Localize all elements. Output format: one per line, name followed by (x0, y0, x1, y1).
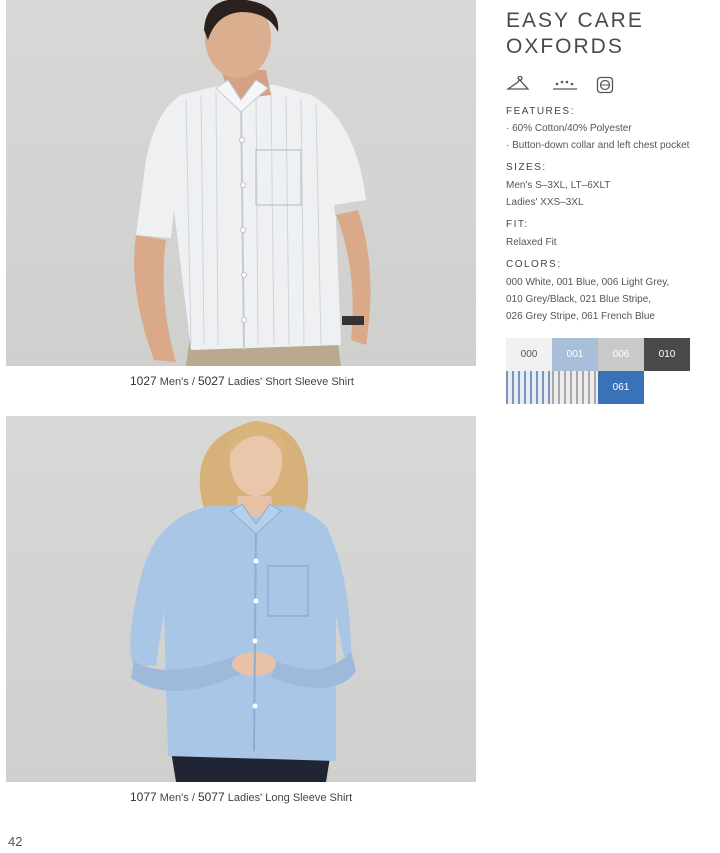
hanger-icon (505, 75, 530, 97)
sizes-label: SIZES: (506, 162, 547, 173)
product-code-ladies: 5027 (197, 374, 225, 388)
iron-icon (552, 76, 578, 97)
swatch-006: 006 (598, 338, 644, 371)
page-number: 42 (8, 834, 23, 849)
colors-line: 000 White, 001 Blue, 006 Light Grey, (506, 277, 670, 288)
product-photo-short-sleeve (6, 0, 476, 366)
title-line-2: OXFORDS (506, 35, 624, 58)
colors-line: 026 Grey Stripe, 061 French Blue (506, 311, 655, 322)
feature-item: · 60% Cotton/40% Polyester (506, 123, 632, 134)
features-label: FEATURES: (506, 106, 575, 117)
product-title: EASY CARE OXFORDS (506, 8, 716, 60)
swatch-026 (552, 371, 598, 404)
swatch-061: 061 (598, 371, 644, 404)
colors-label: COLORS: (506, 259, 562, 270)
product-description: Ladies' Long Sleeve Shirt (227, 792, 353, 804)
fit-label: FIT: (506, 219, 529, 230)
product-code-mens: 1027 (130, 374, 157, 388)
swatch-021 (506, 371, 552, 404)
swatch-010: 010 (644, 338, 690, 371)
product-code-ladies: 5077 (197, 790, 225, 804)
product-code-mens: 1077 (130, 790, 157, 804)
colors-line: 010 Grey/Black, 021 Blue Stripe, (506, 294, 652, 305)
mens-label: Men's / (159, 376, 195, 388)
feature-item: · Button-down collar and left chest pock… (506, 140, 690, 151)
fit-value: Relaxed Fit (506, 237, 557, 248)
swatch-000: 000 (506, 338, 552, 371)
mens-label: Men's / (159, 792, 195, 804)
product-photo-long-sleeve (6, 416, 476, 782)
features-list: · 60% Cotton/40% Polyester · Button-down… (506, 120, 718, 154)
product-description: Ladies' Short Sleeve Shirt (227, 376, 354, 388)
caption-long-sleeve: 1077 Men's / 5077 Ladies' Long Sleeve Sh… (130, 790, 352, 804)
sizes-list: Men's S–3XL, LT–6XLT Ladies' XXS–3XL (506, 177, 718, 211)
caption-short-sleeve: 1027 Men's / 5027 Ladies' Short Sleeve S… (130, 374, 354, 388)
color-swatches: 000 001 006 010 061 (506, 338, 690, 404)
wash-icon (596, 76, 614, 99)
colors-list: 000 White, 001 Blue, 006 Light Grey, 010… (506, 274, 718, 325)
sizes-mens: Men's S–3XL, LT–6XLT (506, 180, 611, 191)
swatch-001: 001 (552, 338, 598, 371)
sizes-ladies: Ladies' XXS–3XL (506, 197, 584, 208)
title-line-1: EASY CARE (506, 9, 644, 32)
